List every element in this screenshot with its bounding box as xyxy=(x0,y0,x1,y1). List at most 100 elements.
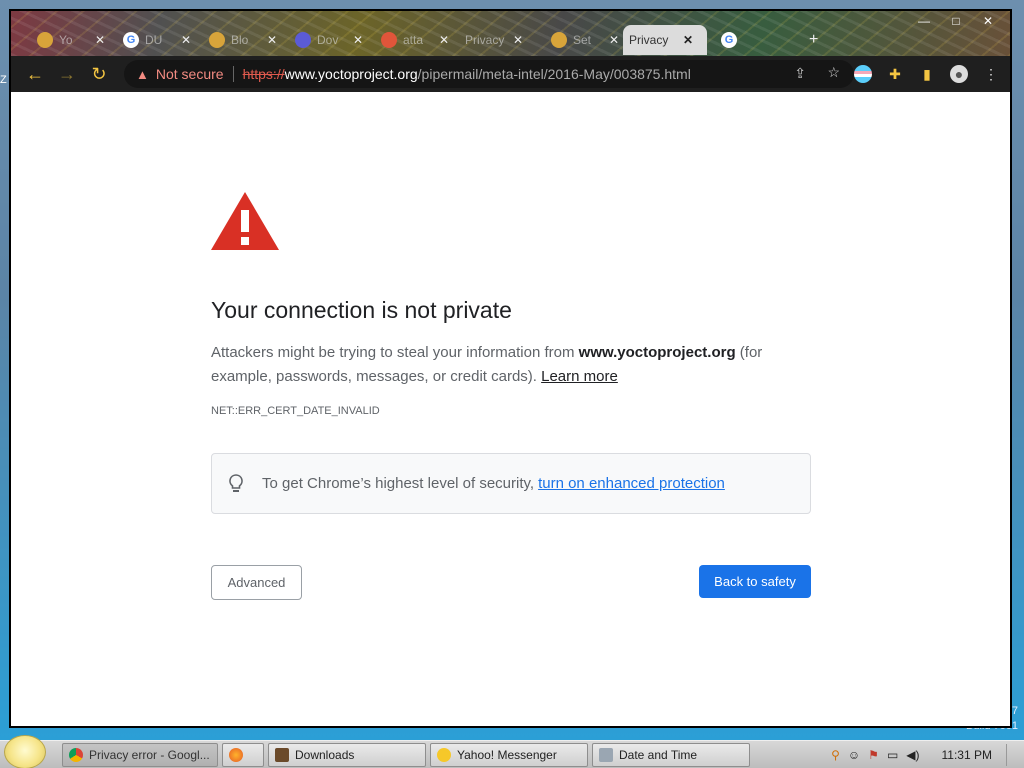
tab[interactable]: G xyxy=(715,25,779,55)
puzzle-extensions-icon[interactable]: ✚ xyxy=(886,65,904,83)
back-to-safety-button[interactable]: Back to safety xyxy=(699,565,811,598)
show-desktop-button[interactable] xyxy=(1006,744,1018,766)
enhanced-protection-link[interactable]: turn on enhanced protection xyxy=(538,475,725,492)
tab[interactable]: Yo ✕ xyxy=(31,25,111,55)
tab-icon xyxy=(37,32,53,48)
tab-close-icon[interactable]: ✕ xyxy=(609,33,619,47)
tab-close-icon[interactable]: ✕ xyxy=(95,33,105,47)
start-button[interactable] xyxy=(4,735,46,768)
new-tab-button[interactable]: + xyxy=(803,25,824,55)
taskbar-item-firefox[interactable] xyxy=(222,743,264,767)
tab-close-icon[interactable]: ✕ xyxy=(353,33,363,47)
lightbulb-icon xyxy=(229,473,243,492)
taskbar-item-label: Date and Time xyxy=(619,748,698,762)
close-window-button[interactable]: ✕ xyxy=(972,13,1004,29)
tab-icon xyxy=(209,32,225,48)
taskbar: Privacy error - Googl... Downloads Yahoo… xyxy=(0,735,1024,768)
tab-active[interactable]: Privacy ✕ xyxy=(623,25,707,55)
forward-button[interactable]: → xyxy=(51,60,83,88)
tab-title: Privacy xyxy=(465,33,505,47)
desc-text: Attackers might be trying to steal your … xyxy=(211,344,579,361)
omnibox-divider xyxy=(232,66,234,82)
search-icon[interactable]: ⚲ xyxy=(831,748,840,762)
tab[interactable]: Blo ✕ xyxy=(203,25,283,55)
window-controls: — □ ✕ xyxy=(908,13,1004,29)
side-panel-icon[interactable]: ▮ xyxy=(918,65,936,83)
error-warning-icon xyxy=(211,192,279,250)
plus-icon: + xyxy=(809,31,819,48)
network-icon[interactable]: ▭ xyxy=(887,748,898,762)
tab[interactable]: G DU ✕ xyxy=(117,25,197,55)
system-tray: ⚲ ☺ ⚑ ▭ ◀) 11:31 PM xyxy=(831,741,1024,768)
tab-icon xyxy=(551,32,567,48)
tab[interactable]: atta ✕ xyxy=(375,25,455,55)
tab-close-icon[interactable]: ✕ xyxy=(513,33,523,47)
taskbar-item-downloads[interactable]: Downloads xyxy=(268,743,426,767)
error-description: Attackers might be trying to steal your … xyxy=(211,341,811,389)
folder-icon xyxy=(275,748,289,762)
advanced-button[interactable]: Advanced xyxy=(211,565,302,600)
bookmark-star-icon[interactable]: ☆ xyxy=(827,64,840,81)
tab-title: atta xyxy=(403,33,424,47)
error-code: NET::ERR_CERT_DATE_INVALID xyxy=(211,405,380,417)
yahoo-messenger-icon xyxy=(437,748,451,762)
back-button[interactable]: ← xyxy=(19,60,51,88)
tab-title: Yo xyxy=(59,33,73,47)
warning-icon: ▲ xyxy=(136,66,149,82)
profile-avatar-icon[interactable]: ● xyxy=(950,65,968,83)
button-row: Advanced Back to safety xyxy=(211,565,811,601)
chrome-icon xyxy=(69,748,83,762)
clock[interactable]: 11:31 PM xyxy=(942,748,992,762)
minimize-button[interactable]: — xyxy=(908,13,940,29)
smiley-icon[interactable]: ☺ xyxy=(848,748,860,762)
tab-title: Set xyxy=(573,33,592,47)
browser-window: Yo ✕ G DU ✕ Blo ✕ Dov ✕ atta ✕ Privacy ✕ xyxy=(9,9,1012,728)
action-center-icon[interactable]: ⚑ xyxy=(868,748,879,762)
taskbar-item-label: Yahoo! Messenger xyxy=(457,748,557,762)
google-icon: G xyxy=(123,32,139,48)
tab-icon xyxy=(381,32,397,48)
google-icon: G xyxy=(721,32,737,48)
tip-text: To get Chrome’s highest level of securit… xyxy=(262,475,535,492)
enhanced-protection-tip: To get Chrome’s highest level of securit… xyxy=(211,453,811,514)
interstitial: Your connection is not private Attackers… xyxy=(211,192,811,601)
taskbar-item-label: Privacy error - Googl... xyxy=(89,748,210,762)
arrow-right-icon: → xyxy=(58,63,76,84)
share-icon[interactable]: ⇪ xyxy=(794,65,806,82)
taskbar-item-date-time[interactable]: Date and Time xyxy=(592,743,750,767)
reload-icon: ↻ xyxy=(91,63,107,84)
tab-title: Blo xyxy=(231,33,249,47)
taskbar-item-label: Downloads xyxy=(295,748,355,762)
tab-close-icon[interactable]: ✕ xyxy=(267,33,277,47)
volume-icon[interactable]: ◀) xyxy=(906,748,919,762)
taskbar-item-chrome[interactable]: Privacy error - Googl... xyxy=(62,743,218,767)
security-status[interactable]: Not secure xyxy=(156,66,224,82)
url-scheme: https:// xyxy=(242,66,285,82)
tab-title: Privacy xyxy=(629,33,669,47)
taskbar-item-yahoo-messenger[interactable]: Yahoo! Messenger xyxy=(430,743,588,767)
address-bar[interactable]: ▲ Not secure https:// www.yoctoproject.o… xyxy=(124,60,854,88)
tab[interactable]: Privacy ✕ xyxy=(459,25,529,55)
extension-area: ✚ ▮ ● ⋮ xyxy=(854,65,1000,83)
extension-icon[interactable] xyxy=(854,65,872,83)
page-heading: Your connection is not private xyxy=(211,297,512,323)
tab-title: DU xyxy=(145,33,163,47)
tab-strip: Yo ✕ G DU ✕ Blo ✕ Dov ✕ atta ✕ Privacy ✕ xyxy=(11,11,1010,56)
page-content: Your connection is not private Attackers… xyxy=(11,92,1010,726)
tab[interactable]: Set ✕ xyxy=(545,25,625,55)
tab[interactable]: Dov ✕ xyxy=(289,25,369,55)
date-time-icon xyxy=(599,748,613,762)
tab-icon xyxy=(295,32,311,48)
build-number: 7 xyxy=(1011,705,1018,717)
learn-more-link[interactable]: Learn more xyxy=(541,368,618,385)
maximize-button[interactable]: □ xyxy=(940,13,972,29)
arrow-left-icon: ← xyxy=(26,63,44,84)
tab-close-icon[interactable]: ✕ xyxy=(683,33,693,47)
reload-button[interactable]: ↻ xyxy=(83,60,115,88)
tab-close-icon[interactable]: ✕ xyxy=(439,33,449,47)
menu-kebab-icon[interactable]: ⋮ xyxy=(982,65,1000,83)
desc-host: www.yoctoproject.org xyxy=(578,344,736,361)
url-host: www.yoctoproject.org xyxy=(284,66,418,82)
tab-close-icon[interactable]: ✕ xyxy=(181,33,191,47)
desktop-label: Z xyxy=(0,74,7,86)
